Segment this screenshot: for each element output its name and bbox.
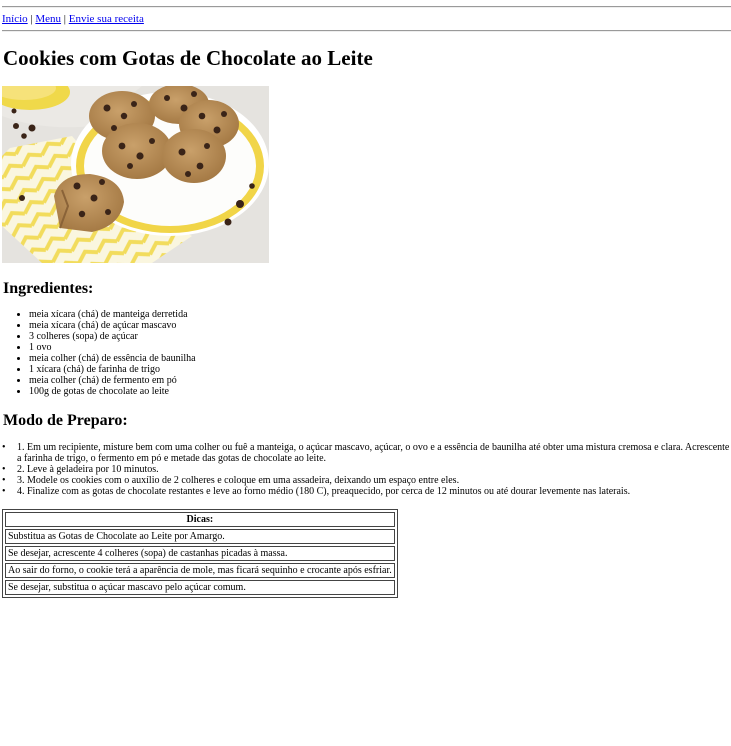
- ingredient-item: 3 colheres (sopa) de açúcar: [29, 331, 196, 342]
- ingredient-item: meia xícara (chá) de açúcar mascavo: [29, 320, 196, 331]
- nav-link-submit-recipe[interactable]: Envie sua receita: [69, 13, 144, 25]
- step-text: 4. Finalize com as gotas de chocolate re…: [17, 486, 631, 497]
- tip-cell: Se desejar, acrescente 4 colheres (sopa)…: [5, 546, 395, 561]
- step-text: 3. Modele os cookies com o auxílio de 2 …: [17, 475, 460, 486]
- ingredient-item: meia colher (chá) de essência de baunilh…: [29, 353, 196, 364]
- tips-heading: Dicas:: [5, 512, 395, 527]
- preparation-heading: Modo de Preparo:: [3, 412, 128, 429]
- tip-cell: Substitua as Gotas de Chocolate ao Leite…: [5, 529, 395, 544]
- step-text: 2. Leve à geladeira por 10 minutos.: [17, 464, 159, 475]
- nav-separator: |: [63, 13, 66, 25]
- bullet-icon: •: [2, 486, 6, 497]
- cookies-photo: [2, 86, 269, 263]
- step-item: • 1. Em um recipiente, misture bem com um…: [0, 442, 731, 464]
- step-item: • 2. Leve à geladeira por 10 minutos.: [0, 464, 731, 475]
- bullet-icon: •: [2, 475, 6, 486]
- top-divider: [2, 6, 731, 8]
- tip-cell: Ao sair do forno, o cookie terá a aparên…: [5, 563, 395, 578]
- nav-link-home[interactable]: Início: [2, 13, 28, 25]
- preparation-steps-list: • 1. Em um recipiente, misture bem com um…: [0, 442, 731, 497]
- step-text: 1. Em um recipiente, misture bem com uma…: [17, 442, 730, 464]
- ingredient-item: meia xícara (chá) de manteiga derretida: [29, 309, 196, 320]
- tip-cell: Se desejar, substitua o açúcar mascavo p…: [5, 580, 395, 595]
- cookies-photo-illustration: [2, 86, 269, 263]
- bullet-icon: •: [2, 442, 6, 453]
- step-item: • 4. Finalize com as gotas de chocolate r…: [0, 486, 731, 497]
- ingredients-heading: Ingredientes:: [3, 280, 94, 297]
- recipe-title: Cookies com Gotas de Chocolate ao Leite: [3, 46, 373, 70]
- nav-separator: |: [30, 13, 33, 25]
- bullet-icon: •: [2, 464, 6, 475]
- step-item: • 3. Modele os cookies com o auxílio de 2…: [0, 475, 731, 486]
- ingredient-item: 1 ovo: [29, 342, 196, 353]
- ingredients-list: meia xícara (chá) de manteiga derretida …: [0, 309, 196, 397]
- tips-table: Dicas: Substitua as Gotas de Chocolate a…: [2, 509, 398, 598]
- nav-link-menu[interactable]: Menu: [35, 13, 61, 25]
- site-nav: Início | Menu | Envie sua receita: [2, 13, 144, 26]
- ingredient-item: meia colher (chá) de fermento em pó: [29, 375, 196, 386]
- nav-divider: [2, 30, 731, 32]
- ingredient-item: 100g de gotas de chocolate ao leite: [29, 386, 196, 397]
- ingredient-item: 1 xícara (chá) de farinha de trigo: [29, 364, 196, 375]
